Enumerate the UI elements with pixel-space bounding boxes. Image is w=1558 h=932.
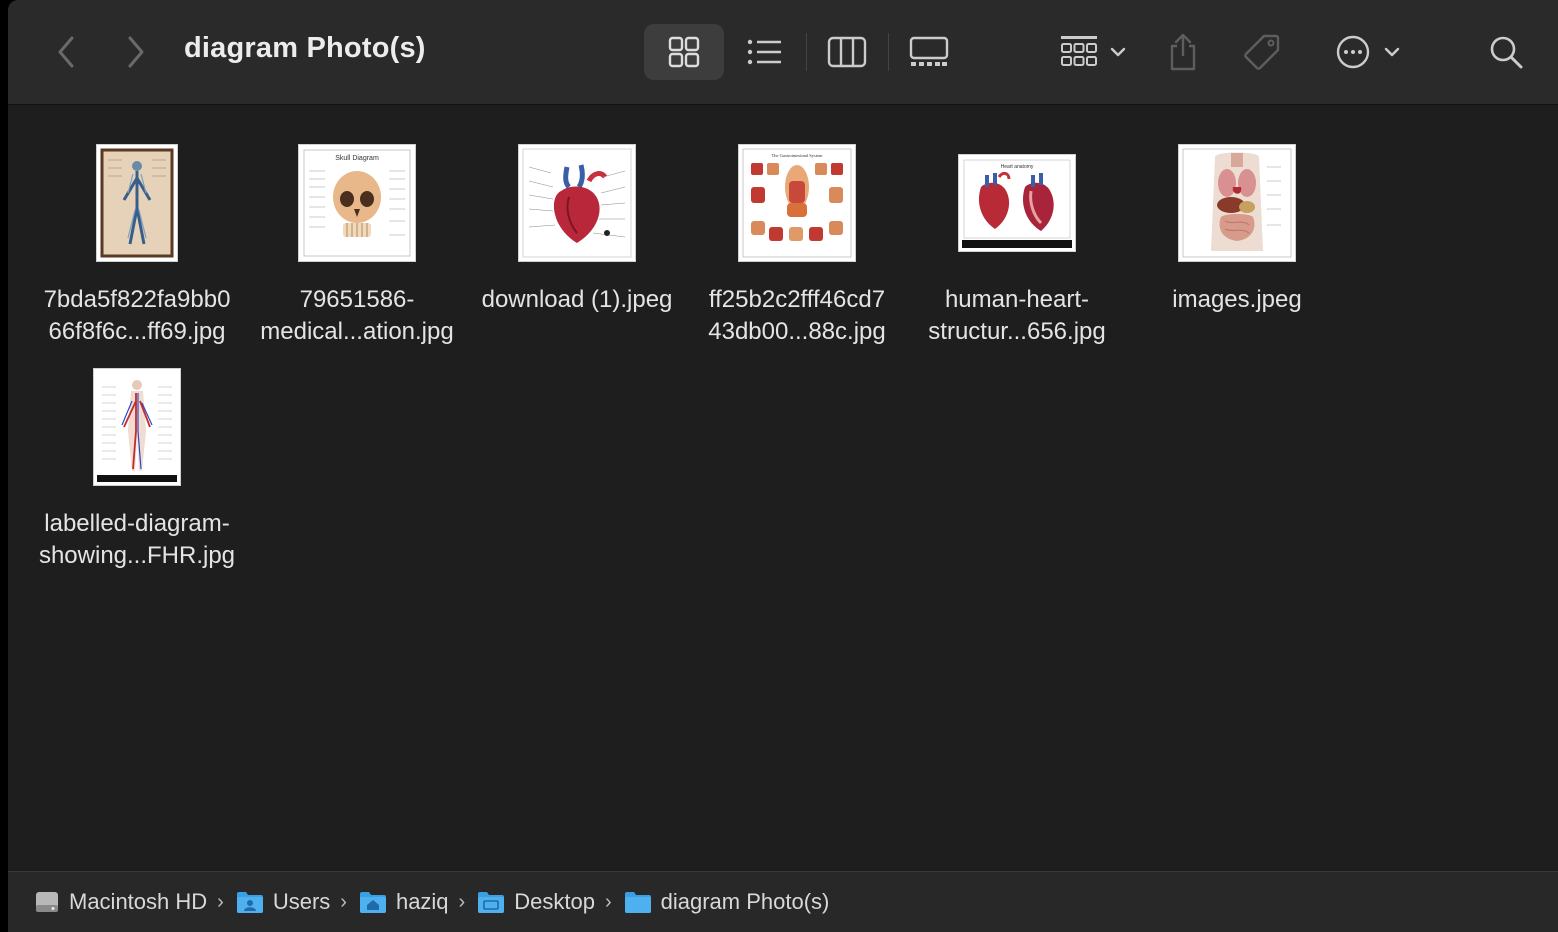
gastro-thumbnail: The Gastrointestinal System <box>742 148 852 257</box>
back-button[interactable] <box>46 30 86 74</box>
more-icon <box>1336 35 1370 69</box>
svg-text:The Gastrointestinal System: The Gastrointestinal System <box>772 153 823 158</box>
forward-icon <box>128 36 144 68</box>
disk-icon <box>36 892 58 912</box>
chevron-down-icon <box>1384 47 1400 57</box>
share-icon <box>1170 33 1196 71</box>
file-name: images.jpeg <box>1172 286 1302 313</box>
file-thumbnail: The Gastrointestinal System <box>738 143 856 262</box>
toolbar: diagram Photo(s) <box>8 0 1558 105</box>
column-view-button[interactable] <box>822 24 872 80</box>
file-item[interactable]: download (1).jpeg <box>467 135 687 316</box>
heart-anatomy-thumbnail: Heart anatomy <box>962 157 1072 248</box>
column-view-icon <box>827 36 867 68</box>
gallery-view-icon <box>909 36 949 66</box>
svg-text:Skull Diagram: Skull Diagram <box>335 155 379 162</box>
file-thumbnail: Skull Diagram <box>298 143 416 262</box>
file-item[interactable]: 7bda5f822fa9bb0 66f8f6c...ff69.jpg <box>27 135 247 348</box>
svg-text:Heart anatomy: Heart anatomy <box>1001 164 1034 170</box>
file-name: labelled-diagram-showing...FHR.jpg <box>38 510 236 569</box>
desktop-folder-icon <box>478 892 505 913</box>
file-item[interactable]: Heart anatomy human-heart-structur...656… <box>907 135 1127 348</box>
file-item[interactable]: labelled-diagram-showing...FHR.jpg <box>27 359 247 572</box>
path-item-haziq[interactable]: haziq › <box>359 889 477 915</box>
torso-organs-thumbnail <box>1182 148 1292 257</box>
path-separator: › <box>217 890 224 913</box>
file-thumbnail <box>518 143 636 262</box>
file-name: human-heart-structur...656.jpg <box>928 286 1106 345</box>
group-button[interactable] <box>1048 24 1138 80</box>
search-icon <box>1490 36 1523 69</box>
forward-button[interactable] <box>116 30 156 74</box>
list-view-button[interactable] <box>740 24 790 80</box>
share-button[interactable] <box>1163 24 1203 80</box>
folder-icon <box>624 892 651 913</box>
path-item-desktop[interactable]: Desktop › <box>477 889 623 915</box>
icon-view-icon <box>668 36 700 68</box>
tag-icon <box>1244 34 1280 70</box>
more-actions-button[interactable] <box>1326 24 1410 80</box>
toolbar-divider <box>888 33 889 71</box>
file-grid: 7bda5f822fa9bb0 66f8f6c...ff69.jpg Skull … <box>8 105 1558 871</box>
file-thumbnail <box>93 367 181 486</box>
skull-thumbnail: Skull Diagram <box>303 149 411 256</box>
path-item-users[interactable]: Users › <box>236 889 359 915</box>
tag-button[interactable] <box>1240 24 1284 80</box>
list-view-icon <box>747 39 781 65</box>
heart-thumbnail <box>522 148 632 257</box>
file-thumbnail <box>96 143 178 262</box>
file-name: ff25b2c2fff46cd7 43db00...88c.jpg <box>708 286 886 345</box>
home-folder-icon <box>359 892 386 913</box>
users-folder-icon <box>236 892 263 913</box>
chevron-down-icon <box>1110 47 1126 57</box>
search-button[interactable] <box>1484 24 1528 80</box>
window-title: diagram Photo(s) <box>184 32 426 64</box>
path-separator: › <box>604 890 612 913</box>
file-name: download (1).jpeg <box>481 286 673 313</box>
vascular-body-thumbnail <box>100 148 174 257</box>
file-thumbnail <box>1178 143 1296 262</box>
finder-window: diagram Photo(s) 7bda5f822fa9bb0 66f8f6c… <box>8 0 1558 932</box>
file-item[interactable]: The Gastrointestinal System ff25b2c2fff4… <box>687 135 907 348</box>
path-bar: Macintosh HD › Users › haziq › Desktop ›… <box>8 871 1558 932</box>
path-item-diagram-photos[interactable]: diagram Photo(s) <box>624 889 829 915</box>
file-item[interactable]: Skull Diagram 79651586- medical...ation.… <box>247 135 467 348</box>
circulation-thumbnail <box>97 371 177 482</box>
file-thumbnail: Heart anatomy <box>958 153 1076 252</box>
back-icon <box>58 36 74 68</box>
file-name: 7bda5f822fa9bb0 66f8f6c...ff69.jpg <box>43 286 231 345</box>
gallery-view-button[interactable] <box>904 24 954 80</box>
toolbar-divider <box>806 33 807 71</box>
path-separator: › <box>458 890 466 913</box>
path-separator: › <box>340 890 347 913</box>
file-item[interactable]: images.jpeg <box>1127 135 1347 316</box>
icon-view-button[interactable] <box>644 24 724 80</box>
path-item-macintosh-hd[interactable]: Macintosh HD › <box>34 889 236 915</box>
group-icon <box>1061 36 1097 66</box>
file-name: 79651586- medical...ation.jpg <box>260 286 454 345</box>
